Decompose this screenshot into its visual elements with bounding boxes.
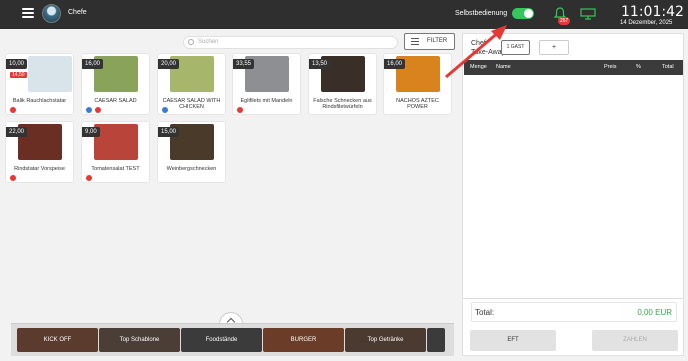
product-name: CAESAR SALAD (94, 98, 137, 104)
category-button[interactable]: Top Getränke (345, 328, 426, 352)
info-icon (86, 107, 92, 113)
filter-button[interactable]: FILTER (404, 33, 455, 50)
category-button[interactable]: Top Schablone (99, 328, 180, 352)
category-button[interactable]: Foodstände (181, 328, 262, 352)
product-name: Falsche Schnecken aus Rindsfiletwürfeln (313, 98, 372, 110)
product-price: 9,00 (82, 127, 100, 137)
total-row: Total: 0,00 EUR (471, 302, 677, 322)
product-image (28, 56, 72, 92)
allergen-icon (10, 175, 16, 181)
cart-title: Chef Take-Away (471, 39, 505, 57)
allergen-icon (10, 107, 16, 113)
guest-button[interactable]: 1 GAST (501, 40, 530, 55)
search-input[interactable]: Suchen (183, 36, 398, 49)
cart-panel: Chef Take-Away 1 GAST + Menge Name Preis… (462, 33, 684, 356)
cart-table-header: Menge Name Preis % Total (464, 60, 683, 75)
product-card[interactable]: 9,00 Tomatensalat TEST (81, 121, 150, 183)
category-button[interactable]: BURGER (263, 328, 344, 352)
clock-date: 14 Dezember, 2025 (620, 20, 673, 26)
allergen-icon (237, 107, 243, 113)
product-card[interactable]: 16,00 NACHOS AZTEC POWER (383, 53, 452, 115)
monitor-icon[interactable] (580, 8, 596, 20)
selbstbedienung-toggle[interactable] (512, 8, 534, 19)
filter-icon (411, 38, 419, 45)
allergen-icon (86, 175, 92, 181)
product-name: Eglifilets mit Mandeln (240, 98, 293, 104)
col-preis: Preis (604, 64, 617, 70)
product-name: Balik Rauchlachstatar (12, 98, 67, 104)
product-card[interactable]: 13,50 Falsche Schnecken aus Rindsfiletwür… (308, 53, 377, 115)
product-card[interactable]: 15,00 Weinbergschnecken (157, 121, 226, 183)
clock-time: 11:01:42 (621, 4, 684, 20)
selbstbedienung-label: Selbstbedienung (455, 10, 508, 17)
product-price: 33,55 (233, 59, 255, 69)
product-price: 20,00 (158, 59, 180, 69)
product-image (94, 124, 138, 160)
category-bar: KICK OFF Top Schablone Foodstände BURGER Top… (11, 323, 454, 356)
product-old-price: 14,50 (10, 72, 27, 78)
pay-button[interactable]: ZAHLEN (592, 330, 678, 351)
category-button[interactable]: KICK OFF (17, 328, 98, 352)
divider (463, 298, 683, 299)
col-name: Name (496, 64, 511, 70)
col-total: Total (662, 64, 674, 70)
avatar[interactable] (42, 4, 61, 23)
product-card[interactable]: 33,55 Eglifilets mit Mandeln (232, 53, 301, 115)
filter-label: FILTER (427, 38, 448, 44)
search-placeholder: Suchen (198, 39, 219, 45)
product-card[interactable]: 22,00 Rindstatar Vorspeise (5, 121, 74, 183)
top-bar: Chefe Selbstbedienung 267 11:01:42 14 De… (0, 0, 688, 29)
product-price: 16,00 (82, 59, 104, 69)
cart-title-line2: Take-Away (471, 49, 506, 56)
product-price: 15,00 (158, 127, 180, 137)
product-name: Tomatensalat TEST (91, 166, 140, 172)
product-price: 10,00 (6, 59, 28, 69)
product-card[interactable]: 16,00 CAESAR SALAD (81, 53, 150, 115)
notification-badge: 267 (558, 17, 571, 25)
category-button-partial[interactable] (427, 328, 445, 352)
total-value: 0,00 EUR (637, 308, 672, 317)
info-icon (162, 107, 168, 113)
eft-button[interactable]: EFT (470, 330, 556, 351)
cart-title-line1: Chef (471, 40, 486, 47)
menu-icon[interactable] (22, 8, 34, 18)
product-price: 13,50 (309, 59, 331, 69)
product-price: 16,00 (384, 59, 406, 69)
col-percent: % (636, 64, 641, 70)
total-label: Total: (475, 308, 495, 317)
product-name: CAESAR SALAD WITH CHICKEN (162, 98, 221, 110)
user-name: Chefe (68, 9, 87, 16)
add-guest-button[interactable]: + (539, 40, 569, 55)
allergen-icon (95, 107, 101, 113)
product-card[interactable]: 20,00 CAESAR SALAD WITH CHICKEN (157, 53, 226, 115)
search-icon (188, 39, 194, 45)
product-card[interactable]: 10,00 14,50 Balik Rauchlachstatar (5, 53, 74, 115)
product-name: Rindstatar Vorspeise (14, 166, 65, 172)
product-price: 22,00 (6, 127, 28, 137)
product-name: NACHOS AZTEC POWER (396, 98, 439, 110)
product-name: Weinbergschnecken (166, 166, 217, 172)
col-menge: Menge (470, 64, 487, 70)
